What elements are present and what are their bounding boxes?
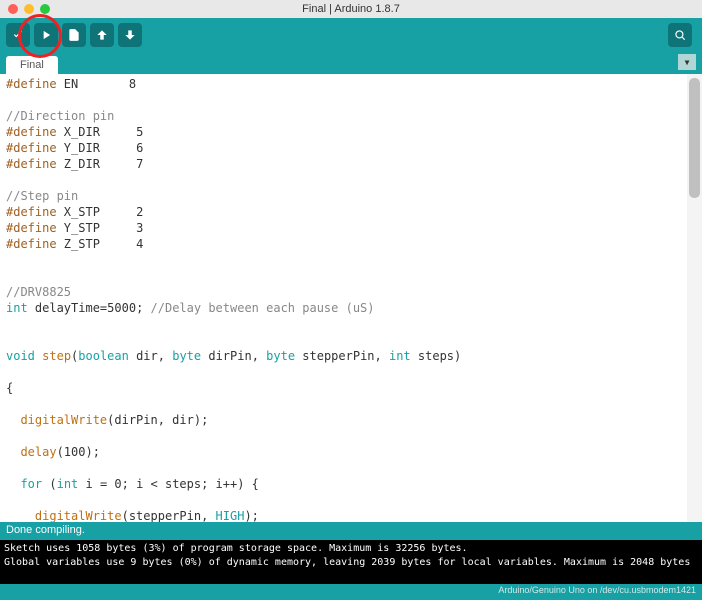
footer-bar: Arduino/Genuino Uno on /dev/cu.usbmodem1…: [0, 584, 702, 600]
code-line: //DRV8825: [6, 284, 696, 300]
code-line: [6, 492, 696, 508]
editor-scrollbar-track: [687, 74, 702, 522]
code-line: for (int i = 0; i < steps; i++) {: [6, 476, 696, 492]
code-line: [6, 172, 696, 188]
status-message: Done compiling.: [6, 524, 85, 536]
code-line: digitalWrite(dirPin, dir);: [6, 412, 696, 428]
code-line: #define Y_STP 3: [6, 220, 696, 236]
status-bar: Done compiling.: [0, 522, 702, 540]
console-line: Global variables use 9 bytes (0%) of dyn…: [4, 556, 698, 570]
code-line: //Step pin: [6, 188, 696, 204]
console-line: Sketch uses 1058 bytes (3%) of program s…: [4, 542, 698, 556]
code-line: [6, 460, 696, 476]
verify-button[interactable]: [6, 23, 30, 47]
code-editor[interactable]: #define EN 8 //Direction pin#define X_DI…: [0, 74, 702, 522]
minimize-window-button[interactable]: [24, 4, 34, 14]
code-line: delay(100);: [6, 444, 696, 460]
code-line: [6, 316, 696, 332]
traffic-lights: [0, 4, 50, 14]
tab-final[interactable]: Final: [6, 56, 58, 74]
code-line: #define Y_DIR 6: [6, 140, 696, 156]
code-line: [6, 428, 696, 444]
open-button[interactable]: [90, 23, 114, 47]
toolbar: [0, 18, 702, 52]
code-line: //Direction pin: [6, 108, 696, 124]
code-line: [6, 364, 696, 380]
maximize-window-button[interactable]: [40, 4, 50, 14]
code-line: #define X_DIR 5: [6, 124, 696, 140]
code-line: #define Z_STP 4: [6, 236, 696, 252]
upload-button[interactable]: [34, 23, 58, 47]
window-titlebar: Final | Arduino 1.8.7: [0, 0, 702, 18]
close-window-button[interactable]: [8, 4, 18, 14]
console-output[interactable]: Sketch uses 1058 bytes (3%) of program s…: [0, 540, 702, 584]
code-line: {: [6, 380, 696, 396]
tab-menu-button[interactable]: [678, 54, 696, 70]
code-line: #define EN 8: [6, 76, 696, 92]
save-button[interactable]: [118, 23, 142, 47]
code-line: [6, 332, 696, 348]
code-line: #define Z_DIR 7: [6, 156, 696, 172]
window-title: Final | Arduino 1.8.7: [302, 3, 400, 15]
serial-monitor-button[interactable]: [668, 23, 692, 47]
code-line: int delayTime=5000; //Delay between each…: [6, 300, 696, 316]
code-line: #define X_STP 2: [6, 204, 696, 220]
code-line: void step(boolean dir, byte dirPin, byte…: [6, 348, 696, 364]
code-line: [6, 252, 696, 268]
editor-scrollbar-thumb[interactable]: [689, 78, 700, 198]
code-line: [6, 92, 696, 108]
code-line: [6, 268, 696, 284]
code-line: digitalWrite(stepperPin, HIGH);: [6, 508, 696, 522]
code-line: [6, 396, 696, 412]
tabs-row: Final: [0, 52, 702, 74]
new-button[interactable]: [62, 23, 86, 47]
board-info: Arduino/Genuino Uno on /dev/cu.usbmodem1…: [498, 585, 696, 599]
